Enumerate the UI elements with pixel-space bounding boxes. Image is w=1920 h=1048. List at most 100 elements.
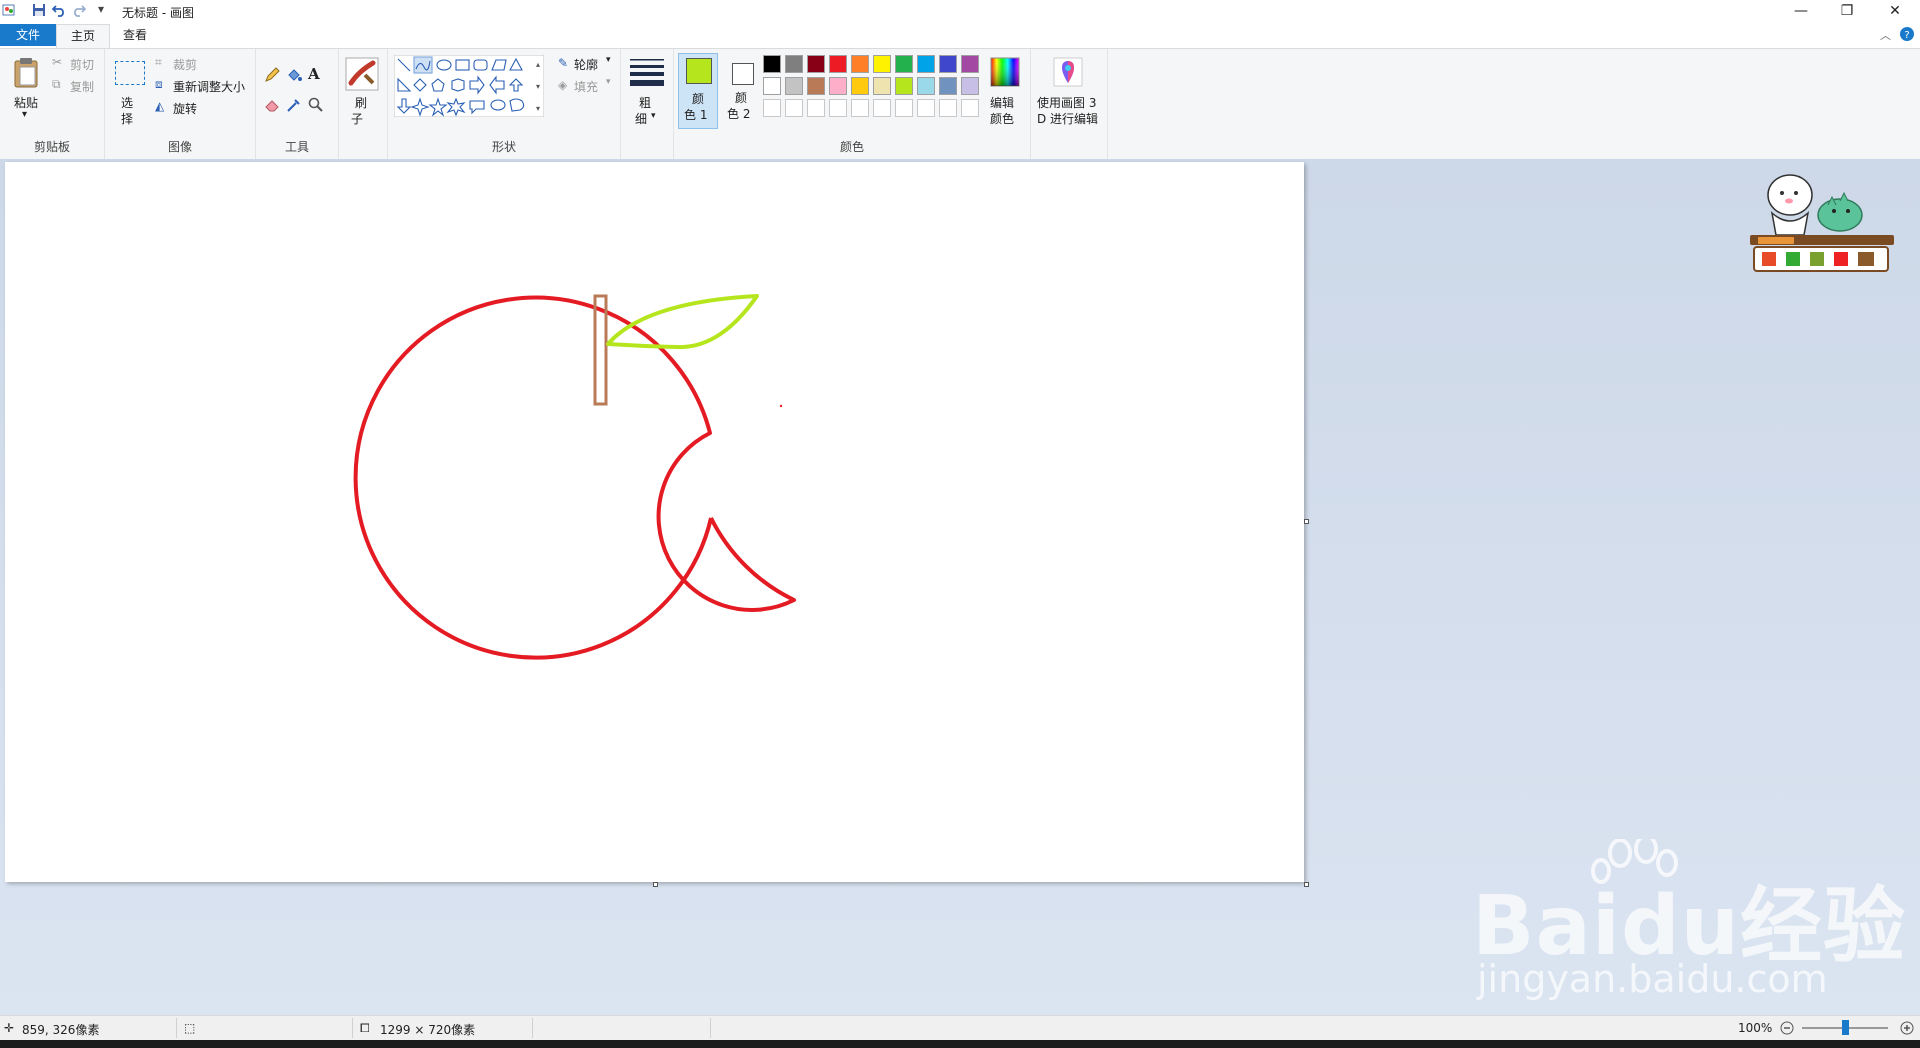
fill-bucket-icon[interactable] <box>286 67 302 83</box>
undo-icon[interactable] <box>52 3 66 17</box>
pencil-icon[interactable] <box>264 67 280 83</box>
color1-button[interactable]: 颜 色 1 <box>678 53 718 129</box>
tab-file[interactable]: 文件 <box>0 24 56 46</box>
palette-swatch[interactable] <box>807 77 825 95</box>
rotate-button[interactable]: 旋转 <box>173 100 197 117</box>
rotate-icon: ◭ <box>155 99 165 113</box>
paint3d-button-line1[interactable]: 使用画图 3 <box>1037 94 1096 111</box>
custom-color-slot[interactable] <box>851 99 869 117</box>
palette-swatch[interactable] <box>961 77 979 95</box>
palette-swatch[interactable] <box>873 77 891 95</box>
resize-handle-right[interactable] <box>1304 519 1309 524</box>
fill-button[interactable]: 填充 <box>574 78 598 95</box>
paste-dropdown[interactable]: ▾ <box>22 109 27 120</box>
color-picker-icon[interactable] <box>286 97 302 113</box>
palette-swatch[interactable] <box>785 77 803 95</box>
custom-color-slot[interactable] <box>939 99 957 117</box>
custom-color-slot[interactable] <box>873 99 891 117</box>
palette-swatch[interactable] <box>939 55 957 73</box>
redo-icon[interactable] <box>72 3 86 17</box>
crop-button[interactable]: 裁剪 <box>173 56 197 73</box>
custom-color-slot[interactable] <box>807 99 825 117</box>
outline-button[interactable]: 轮廓 <box>574 56 598 73</box>
paste-icon[interactable] <box>14 57 40 89</box>
outline-dropdown-icon[interactable]: ▾ <box>606 55 611 65</box>
edit-colors-line2[interactable]: 颜色 <box>990 110 1014 127</box>
palette-swatch[interactable] <box>917 55 935 73</box>
custom-color-slot[interactable] <box>895 99 913 117</box>
resize-handle-bottom[interactable] <box>653 882 658 887</box>
color2-button[interactable]: 颜 色 2 <box>722 53 762 129</box>
close-button[interactable]: ✕ <box>1872 0 1918 22</box>
apple-leaf-shape <box>606 294 759 350</box>
cut-button[interactable]: 剪切 <box>70 56 94 73</box>
svg-text:▴: ▴ <box>536 60 540 69</box>
palette-swatch[interactable] <box>939 77 957 95</box>
palette-swatch[interactable] <box>917 77 935 95</box>
palette-swatch[interactable] <box>851 55 869 73</box>
help-icon[interactable]: ? <box>1900 27 1914 41</box>
shapes-gallery[interactable]: ▴ ▾ ▾ <box>394 55 544 117</box>
stray-dot <box>779 404 783 408</box>
line-size-icon[interactable] <box>630 57 664 87</box>
magnifier-icon[interactable] <box>308 97 324 113</box>
palette-swatch[interactable] <box>763 55 781 73</box>
palette-swatch[interactable] <box>961 55 979 73</box>
ime-mascot-widget <box>1750 174 1894 272</box>
status-divider <box>352 1018 353 1038</box>
custom-color-slot[interactable] <box>763 99 781 117</box>
palette-swatch[interactable] <box>785 55 803 73</box>
edit-colors-line1[interactable]: 编辑 <box>990 94 1014 111</box>
palette-swatch[interactable] <box>829 55 847 73</box>
size-button-line1[interactable]: 粗 <box>639 94 651 111</box>
zoom-level: 100% <box>1738 1021 1773 1035</box>
palette-swatch[interactable] <box>807 55 825 73</box>
palette-swatch[interactable] <box>895 55 913 73</box>
select-button-line1[interactable]: 选 <box>121 94 133 111</box>
palette-swatch[interactable] <box>763 77 781 95</box>
brush-icon[interactable] <box>345 57 379 91</box>
palette-swatch[interactable] <box>873 55 891 73</box>
fill-dropdown-icon[interactable]: ▾ <box>606 77 611 87</box>
restore-button[interactable]: ❐ <box>1824 0 1870 22</box>
custom-color-slot[interactable] <box>917 99 935 117</box>
minimize-button[interactable]: — <box>1778 0 1824 22</box>
zoom-out-icon[interactable] <box>1780 1021 1794 1035</box>
customize-quick-access-icon[interactable]: ▾ <box>98 2 104 16</box>
paint3d-icon[interactable] <box>1053 57 1083 87</box>
brush-button-line2[interactable]: 子 <box>351 110 363 127</box>
select-button-line2[interactable]: 择 <box>121 110 133 127</box>
canvas-size: 1299 × 720像素 <box>380 1023 476 1037</box>
size-dropdown-icon[interactable]: ▾ <box>651 111 656 121</box>
color1-label-line1: 颜 <box>692 92 705 106</box>
size-group: 粗 细 ▾ <box>621 49 674 159</box>
resize-handle-corner[interactable] <box>1304 882 1309 887</box>
color2-swatch <box>732 63 754 85</box>
zoom-in-icon[interactable] <box>1900 1021 1914 1035</box>
copy-button[interactable]: 复制 <box>70 78 94 95</box>
color2-label-line2: 色 2 <box>727 107 751 121</box>
resize-button[interactable]: 重新调整大小 <box>173 78 245 95</box>
eraser-icon[interactable] <box>264 97 280 113</box>
tools-group-label: 工具 <box>284 140 309 154</box>
custom-color-slot[interactable] <box>829 99 847 117</box>
size-button-line2[interactable]: 细 <box>635 110 647 127</box>
save-icon[interactable] <box>32 3 46 17</box>
custom-color-slot[interactable] <box>785 99 803 117</box>
palette-swatch[interactable] <box>895 77 913 95</box>
collapse-ribbon-icon[interactable]: ︿ <box>1880 27 1891 43</box>
edit-colors-icon[interactable] <box>990 57 1020 87</box>
palette-swatch[interactable] <box>851 77 869 95</box>
brush-button-line1[interactable]: 刷 <box>355 94 367 111</box>
image-group-label: 图像 <box>167 140 192 154</box>
paint3d-button-line2[interactable]: D 进行编辑 <box>1037 110 1098 127</box>
select-icon[interactable] <box>115 61 145 85</box>
svg-text:▾: ▾ <box>536 82 540 91</box>
palette-swatch[interactable] <box>829 77 847 95</box>
tab-home[interactable]: 主页 <box>56 24 110 49</box>
zoom-slider-thumb[interactable] <box>1842 1020 1849 1035</box>
custom-color-slot[interactable] <box>961 99 979 117</box>
text-tool-icon[interactable]: A <box>308 65 320 83</box>
tab-view[interactable]: 查看 <box>112 24 158 46</box>
drawing-canvas[interactable] <box>5 162 1304 882</box>
